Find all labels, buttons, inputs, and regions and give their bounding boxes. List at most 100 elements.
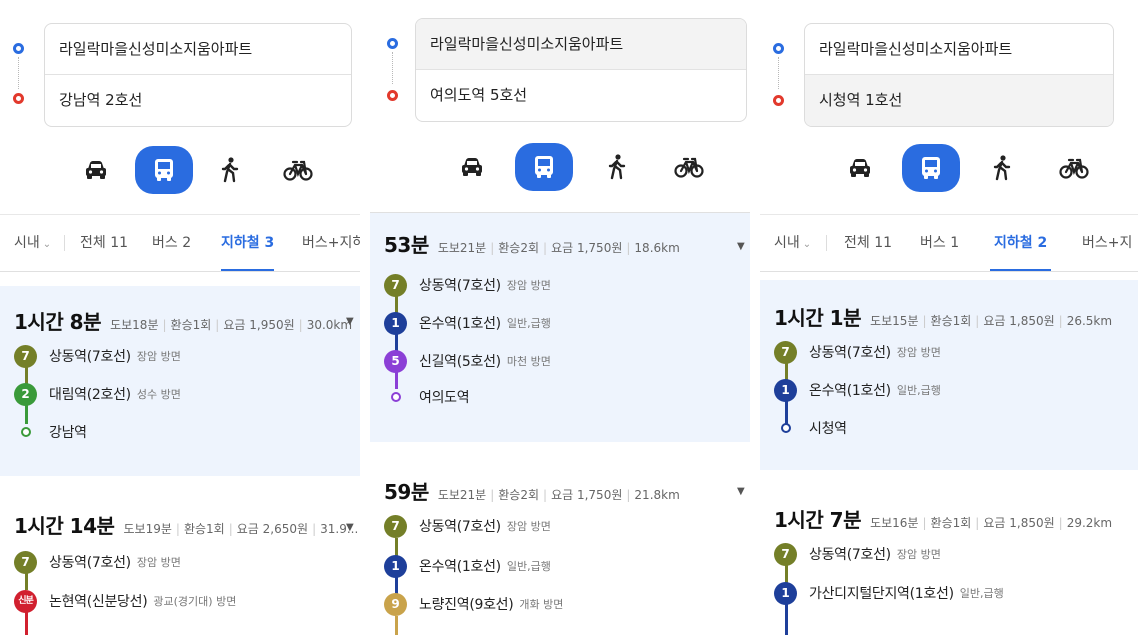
origin-field[interactable]: 라일락마을신성미소지움아파트 — [45, 24, 351, 75]
tab-bus[interactable]: 버스 2 — [152, 215, 191, 271]
route-summary: 1시간 8분 도보18분 | 환승1회 | 요금 1,950원 | 30.0km — [14, 306, 352, 335]
transport-modes — [0, 146, 360, 194]
route-summary: 1시간 14분 도보19분 | 환승1회 | 요금 2,650원 | 31.9... — [14, 510, 358, 539]
chevron-down-icon: ⌄ — [802, 239, 812, 250]
route-card[interactable]: 53분 도보21분 | 환승2회 | 요금 1,750원 | 18.6km ▼ 7 상동역(7… — [370, 212, 750, 442]
tab-bus[interactable]: 버스 1 — [920, 215, 959, 271]
bus-icon — [922, 157, 940, 179]
tab-subway[interactable]: 지하철 3 — [221, 215, 275, 271]
expand-caret-icon[interactable]: ▼ — [737, 486, 745, 497]
bike-mode-button[interactable] — [274, 146, 322, 194]
car-mode-button[interactable] — [448, 143, 496, 191]
walk-icon — [993, 155, 1011, 181]
route-meta: 도보19분 | 환승1회 | 요금 2,650원 | 31.9... — [123, 522, 359, 536]
bus-mode-button[interactable] — [515, 143, 573, 191]
tab-bus-subway[interactable]: 버스+지하 — [302, 215, 360, 271]
bike-mode-button[interactable] — [665, 143, 713, 191]
route-meta: 도보15분 | 환승1회 | 요금 1,850원 | 26.5km — [870, 314, 1113, 328]
line-1-badge: 1 — [384, 554, 407, 578]
walk-icon — [221, 157, 239, 183]
bus-icon — [535, 156, 553, 178]
transport-modes — [760, 144, 1138, 192]
tab-city[interactable]: 시내 ⌄ — [774, 215, 811, 271]
line-7-badge: 7 — [14, 344, 37, 368]
route-step: 2 대림역(2호선) 성수 방면 — [14, 382, 181, 406]
destination-ring-icon — [14, 421, 37, 444]
bus-icon — [155, 159, 173, 181]
tab-all[interactable]: 전체 11 — [844, 215, 892, 271]
route-step: 7 상동역(7호선) 장암 방면 — [384, 273, 551, 297]
expand-caret-icon[interactable]: ▼ — [346, 316, 354, 327]
tab-bus-subway[interactable]: 버스+지 — [1082, 215, 1132, 271]
car-icon — [850, 159, 870, 177]
origin-field[interactable]: 라일락마을신성미소지움아파트 — [805, 24, 1113, 75]
line-9-badge: 9 — [384, 592, 407, 616]
walk-mode-button[interactable] — [593, 143, 641, 191]
route-card[interactable]: 1시간 14분 도보19분 | 환승1회 | 요금 2,650원 | 31.9... ▼ 7… — [0, 490, 360, 635]
line-7-badge: 7 — [14, 550, 37, 574]
expand-caret-icon[interactable]: ▼ — [346, 522, 354, 533]
tab-divider — [826, 235, 827, 251]
route-step: 7 상동역(7호선) 장암 방면 — [384, 514, 551, 538]
bus-mode-button[interactable] — [135, 146, 193, 194]
tab-city[interactable]: 시내 ⌄ — [14, 215, 51, 271]
car-mode-button[interactable] — [836, 144, 884, 192]
destination-pin-icon — [13, 93, 24, 104]
line-7-badge: 7 — [384, 273, 407, 297]
car-icon — [86, 161, 106, 179]
route-duration: 53분 — [384, 233, 429, 257]
car-icon — [462, 158, 482, 176]
route-step: 1 온수역(1호선) 일반,급행 — [384, 311, 551, 335]
transport-modes — [370, 143, 750, 191]
walk-mode-button[interactable] — [978, 144, 1026, 192]
bike-mode-button[interactable] — [1050, 144, 1098, 192]
tab-all[interactable]: 전체 11 — [80, 215, 128, 271]
route-step: 신분 논현역(신분당선) 광교(경기대) 방면 — [14, 589, 236, 613]
tab-subway[interactable]: 지하철 2 — [990, 215, 1052, 271]
route-summary: 1시간 7분 도보16분 | 환승1회 | 요금 1,850원 | 29.2km — [774, 504, 1112, 533]
origin-pin-icon — [387, 38, 398, 49]
destination-field[interactable]: 여의도역 5호선 — [416, 70, 746, 121]
route-duration: 1시간 8분 — [14, 310, 102, 334]
route-step: 강남역 — [14, 420, 87, 444]
destination-ring-icon — [384, 386, 407, 409]
route-step: 9 노량진역(9호선) 개화 방면 — [384, 592, 563, 616]
destination-pin-icon — [773, 95, 784, 106]
line-2-badge: 2 — [14, 382, 37, 406]
route-step: 1 가산디지털단지역(1호선) 일반,급행 — [774, 581, 1004, 605]
route-card[interactable]: 59분 도보21분 | 환승2회 | 요금 1,750원 | 21.8km ▼ 7 상동역(7… — [370, 456, 750, 635]
search-box: 라일락마을신성미소지움아파트 강남역 2호선 — [44, 23, 352, 127]
line-1-badge: 1 — [774, 581, 797, 605]
route-step: 7 상동역(7호선) 장암 방면 — [14, 344, 181, 368]
route-duration: 1시간 14분 — [14, 514, 115, 538]
route-summary: 59분 도보21분 | 환승2회 | 요금 1,750원 | 21.8km — [384, 476, 680, 505]
walk-mode-button[interactable] — [206, 146, 254, 194]
search-box: 라일락마을신성미소지움아파트 여의도역 5호선 — [415, 18, 747, 122]
origin-field[interactable]: 라일락마을신성미소지움아파트 — [416, 19, 746, 70]
route-meta: 도보21분 | 환승2회 | 요금 1,750원 | 18.6km — [437, 241, 680, 255]
line-7-badge: 7 — [384, 514, 407, 538]
route-card[interactable]: 1시간 8분 도보18분 | 환승1회 | 요금 1,950원 | 30.0km ▼ 7 상동… — [0, 286, 360, 476]
destination-field[interactable]: 시청역 1호선 — [805, 75, 1113, 126]
route-summary: 53분 도보21분 | 환승2회 | 요금 1,750원 | 18.6km — [384, 229, 680, 258]
search-box: 라일락마을신성미소지움아파트 시청역 1호선 — [804, 23, 1114, 127]
destination-pin-icon — [387, 90, 398, 101]
origin-pin-icon — [773, 43, 784, 54]
line-segment — [395, 616, 398, 635]
route-card[interactable]: 1시간 1분 도보15분 | 환승1회 | 요금 1,850원 | 26.5km 7 상동역(… — [760, 280, 1138, 470]
bike-icon — [1059, 158, 1089, 179]
route-summary: 1시간 1분 도보15분 | 환승1회 | 요금 1,850원 | 26.5km — [774, 302, 1112, 331]
line-segment — [25, 610, 28, 635]
destination-field[interactable]: 강남역 2호선 — [45, 75, 351, 126]
route-duration: 59분 — [384, 480, 429, 504]
route-card[interactable]: 1시간 7분 도보16분 | 환승1회 | 요금 1,850원 | 29.2km 7 상동역(… — [760, 484, 1138, 635]
route-meta: 도보16분 | 환승1회 | 요금 1,850원 | 29.2km — [870, 516, 1113, 530]
expand-caret-icon[interactable]: ▼ — [737, 241, 745, 252]
route-step: 7 상동역(7호선) 장암 방면 — [774, 340, 941, 364]
chevron-down-icon: ⌄ — [42, 239, 52, 250]
line-segment — [785, 602, 788, 635]
sinbundang-line-badge: 신분 — [14, 589, 37, 613]
bus-mode-button[interactable] — [902, 144, 960, 192]
car-mode-button[interactable] — [72, 146, 120, 194]
line-1-badge: 1 — [774, 378, 797, 402]
